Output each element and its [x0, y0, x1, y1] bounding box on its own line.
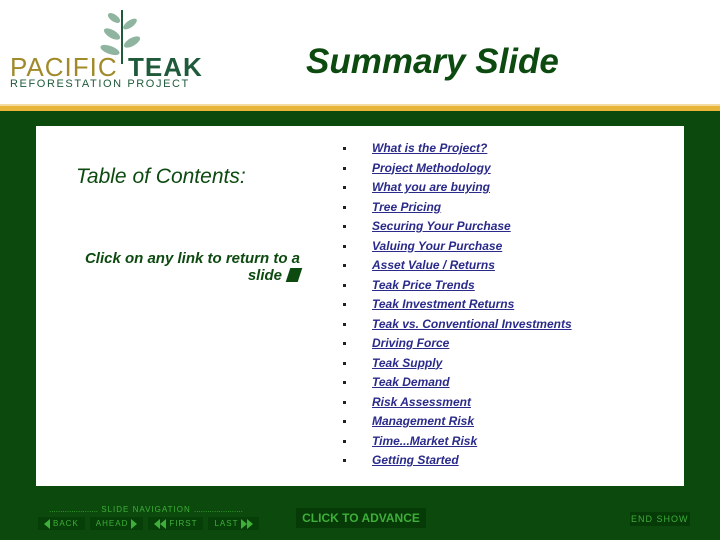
back-button[interactable]: BACK — [38, 517, 85, 530]
toc-link[interactable]: Getting Started — [372, 453, 459, 467]
fast-forward-icon — [241, 518, 254, 529]
toc-link[interactable]: Teak Demand — [372, 375, 450, 389]
bullet-icon — [343, 361, 346, 365]
toc-link[interactable]: Management Risk — [372, 414, 474, 428]
bullet-icon — [343, 303, 346, 306]
end-show-button[interactable]: END SHOW — [630, 512, 690, 526]
ahead-button[interactable]: AHEAD — [89, 517, 144, 530]
toc-link[interactable]: Teak Price Trends — [372, 278, 475, 292]
back-arrow-icon — [44, 518, 50, 529]
toc-link[interactable]: Teak vs. Conventional Investments — [372, 317, 572, 331]
caption-dots-right: ...................... — [193, 505, 243, 514]
toc-link[interactable]: Risk Assessment — [372, 395, 471, 409]
bullet-icon — [343, 459, 346, 462]
toc-hint: Click on any link to return to a slide — [70, 250, 303, 284]
bullet-icon — [343, 439, 346, 443]
toc-link[interactable]: Time...Market Risk — [372, 434, 477, 448]
last-button[interactable]: LAST — [208, 517, 260, 530]
bullet-icon — [343, 205, 346, 209]
toc-link[interactable]: Teak Supply — [372, 356, 442, 370]
first-button[interactable]: FIRST — [148, 517, 204, 530]
toc-link[interactable]: Teak Investment Returns — [372, 297, 514, 311]
bullet-icon — [343, 147, 346, 150]
bullet-icon — [343, 166, 346, 170]
bullet-icon — [343, 264, 346, 267]
slide-navigation-caption: ...................... SLIDE NAVIGATION … — [38, 505, 254, 514]
toc-link[interactable]: What you are buying — [372, 180, 490, 194]
logo-word-pacific: Pacific — [10, 52, 118, 82]
click-to-advance-button[interactable]: CLICK TO ADVANCE — [296, 508, 426, 528]
toc-hint-text: Click on any link to return to a slide — [84, 250, 300, 284]
bullet-icon — [343, 244, 346, 248]
slide-title: Summary Slide — [306, 42, 559, 81]
last-label: LAST — [214, 519, 239, 528]
header: Pacific Teak REFORESTATION PROJECT Summa… — [0, 0, 720, 106]
first-label: FIRST — [169, 519, 198, 528]
slide-navigation: ...................... SLIDE NAVIGATION … — [38, 505, 260, 530]
toc-heading: Table of Contents: — [76, 165, 246, 188]
toc-link[interactable]: Valuing Your Purchase — [372, 239, 502, 253]
bullet-icon — [343, 400, 346, 404]
toc-link[interactable]: Project Methodology — [372, 161, 491, 175]
bullet-icon — [343, 342, 346, 345]
toc-link[interactable]: Securing Your Purchase — [372, 219, 511, 233]
bullet-icon — [343, 186, 346, 189]
toc-link[interactable]: Tree Pricing — [372, 200, 441, 214]
caption-dots-left: ...................... — [49, 505, 99, 514]
bullet-icon — [343, 381, 346, 384]
return-arrow-icon — [285, 268, 303, 282]
back-label: BACK — [53, 519, 79, 528]
rewind-icon — [154, 518, 167, 529]
caption-text: SLIDE NAVIGATION — [101, 505, 191, 514]
ahead-label: AHEAD — [95, 519, 129, 528]
bullet-icon — [343, 420, 346, 423]
logo-subtitle: REFORESTATION PROJECT — [10, 78, 190, 90]
toc-link[interactable]: Driving Force — [372, 336, 449, 350]
bullet-icon — [343, 283, 346, 287]
pacific-teak-logo: Pacific Teak REFORESTATION PROJECT — [8, 8, 208, 90]
ahead-arrow-icon — [131, 518, 138, 529]
logo-word-teak: Teak — [128, 52, 203, 82]
bullet-icon — [343, 225, 346, 228]
bullet-icon — [343, 322, 346, 326]
toc-link[interactable]: What is the Project? — [372, 141, 487, 155]
toc-link[interactable]: Asset Value / Returns — [372, 258, 495, 272]
